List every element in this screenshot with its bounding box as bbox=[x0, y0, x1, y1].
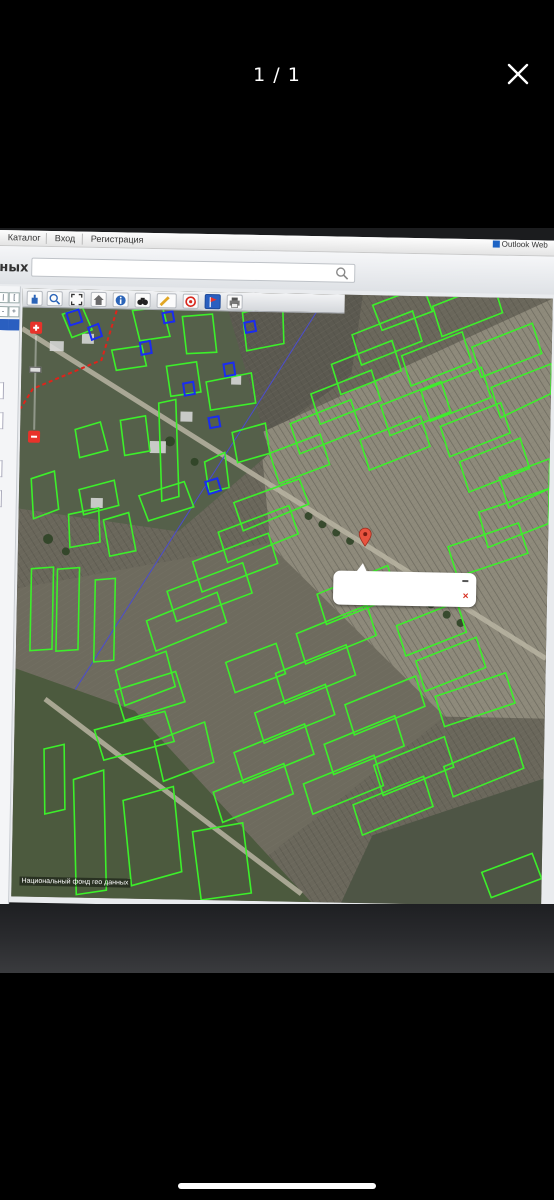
tool-info-button[interactable] bbox=[112, 292, 129, 308]
photo-viewer: 1 / 1 Каталог Вход Регистрация Outlook W… bbox=[0, 0, 554, 1200]
panel-plus-button[interactable]: + bbox=[8, 306, 20, 318]
house-icon bbox=[93, 294, 104, 306]
nav-login-link[interactable]: Вход bbox=[55, 233, 76, 243]
monitor-bezel bbox=[0, 904, 554, 973]
tool-full-extent-button[interactable] bbox=[68, 291, 85, 307]
monitor-screen: Каталог Вход Регистрация Outlook Web ных… bbox=[0, 230, 554, 914]
search-icon[interactable] bbox=[335, 266, 349, 280]
map-view[interactable]: × Национальный фонд гео данных bbox=[11, 288, 553, 907]
extent-icon bbox=[70, 293, 83, 306]
zoom-out-button[interactable] bbox=[27, 430, 41, 443]
page-title: ных bbox=[0, 260, 29, 276]
hand-icon bbox=[31, 294, 38, 304]
close-button[interactable] bbox=[506, 62, 530, 86]
zoom-slider-handle[interactable] bbox=[29, 366, 42, 373]
tool-binoculars-button[interactable] bbox=[134, 292, 151, 308]
layer-checkbox[interactable] bbox=[8, 319, 20, 331]
side-tab[interactable]: ic bbox=[0, 459, 3, 478]
nav-catalog-link[interactable]: Каталог bbox=[8, 232, 41, 243]
ruler-icon bbox=[159, 296, 170, 307]
close-x-icon bbox=[507, 63, 529, 85]
flag-icon bbox=[209, 297, 217, 308]
popup-close-icon[interactable]: × bbox=[461, 591, 470, 602]
binoculars-icon bbox=[137, 297, 148, 306]
image-counter: 1 / 1 bbox=[253, 64, 301, 86]
panel-minus-button[interactable]: - bbox=[0, 306, 9, 318]
map-marker-icon[interactable] bbox=[358, 527, 372, 547]
nav-register-link[interactable]: Регистрация bbox=[91, 234, 144, 245]
tool-pan-button[interactable] bbox=[26, 290, 43, 306]
zoom-icon bbox=[49, 293, 61, 305]
nav-divider bbox=[81, 233, 83, 245]
nav-outlook-label: Outlook Web bbox=[501, 239, 548, 250]
search-input[interactable] bbox=[31, 257, 356, 283]
tool-flag-button[interactable] bbox=[204, 293, 221, 310]
photo-image: Каталог Вход Регистрация Outlook Web ных… bbox=[0, 228, 554, 973]
side-tab[interactable]: ni bbox=[0, 489, 3, 508]
tool-zoom-box-button[interactable] bbox=[46, 290, 63, 307]
side-tab[interactable]: ic bbox=[0, 381, 5, 400]
printer-icon bbox=[229, 297, 240, 308]
tool-measure-button[interactable] bbox=[156, 293, 177, 309]
tool-home-button[interactable] bbox=[90, 291, 107, 308]
tool-print-button[interactable] bbox=[226, 294, 243, 310]
info-popup[interactable]: × bbox=[332, 571, 477, 608]
nav-divider bbox=[45, 232, 47, 244]
layer-checkbox[interactable] bbox=[0, 319, 9, 331]
target-icon bbox=[185, 296, 196, 308]
info-icon bbox=[115, 295, 126, 306]
panel-collapse-button[interactable]: | bbox=[0, 292, 9, 304]
side-tab[interactable]: ni bbox=[0, 411, 4, 430]
nav-outlook-link[interactable]: Outlook Web bbox=[492, 239, 548, 250]
zoom-in-button[interactable] bbox=[30, 321, 43, 334]
tool-target-button[interactable] bbox=[182, 293, 199, 309]
outlook-icon bbox=[492, 240, 500, 248]
popup-minimize-button[interactable] bbox=[462, 579, 469, 583]
home-indicator[interactable] bbox=[178, 1183, 376, 1189]
panel-expand-button[interactable]: [ bbox=[8, 292, 20, 304]
